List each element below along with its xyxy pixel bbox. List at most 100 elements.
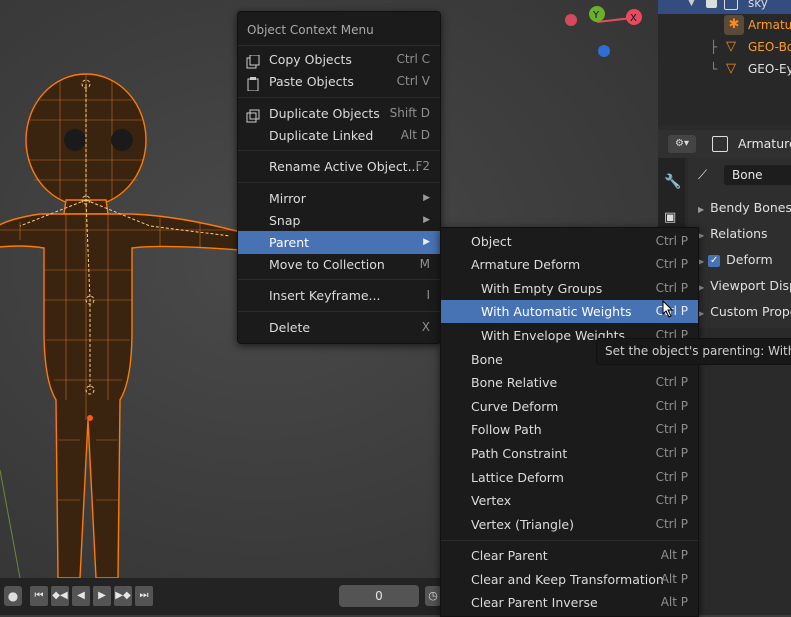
menu-item-rename-active-object[interactable]: Rename Active Object... F2 [238,155,440,178]
outliner-row-geo-body[interactable]: ├ ▽ GEO-Bo [658,36,791,58]
menu-item-shortcut: F2 [415,159,430,173]
menu-item-shortcut: Ctrl P [655,517,688,531]
properties-title: Armature [738,136,791,151]
menu-item-label: Armature Deform [471,257,581,272]
menu-item-snap[interactable]: Snap ▶ [238,209,440,232]
submenu-item-clear-and-keep-transformation[interactable]: Clear and Keep Transformation Alt P [441,568,698,591]
submenu-item-bone-relative[interactable]: Bone Relative Ctrl P [441,371,698,394]
menu-item-label: Path Constraint [471,446,568,461]
outliner-label: GEO-Eye [748,62,791,76]
menu-item-label: Mirror [269,191,306,206]
tree-line: ├ [710,40,718,54]
outliner-row-geo-eyes[interactable]: └ ▽ GEO-Eye [658,58,791,80]
panel-viewport-display[interactable]: ▶ Viewport Disp [698,274,791,298]
submenu-item-with-empty-groups[interactable]: With Empty Groups Ctrl P [441,277,698,300]
menu-item-label: Curve Deform [471,399,559,414]
menu-item-label: Duplicate Linked [269,128,374,143]
panel-label: Custom Prope [710,304,791,319]
jump-start-icon[interactable]: ⏮ [30,586,48,606]
menu-item-shortcut: Ctrl P [655,257,688,271]
menu-item-duplicate-objects[interactable]: Duplicate Objects Shift D [238,102,440,125]
bone-name-field[interactable]: Bone [724,165,791,185]
current-frame-field[interactable]: 0 [339,585,419,607]
menu-item-parent[interactable]: Parent ▶ [238,231,440,254]
mesh-icon: ▽ [726,39,736,54]
outliner-row-armature[interactable]: ✱ Armatur [658,14,791,36]
panel-deform[interactable]: ▶ ✓ Deform [698,248,773,272]
menu-item-move-to-collection[interactable]: Move to Collection M [238,253,440,276]
outliner-label: GEO-Bo [748,40,791,54]
next-keyframe-icon[interactable]: ▶◆ [114,586,132,606]
menu-item-duplicate-linked[interactable]: Duplicate Linked Alt D [238,124,440,147]
submenu-item-vertex[interactable]: Vertex Ctrl P [441,489,698,512]
expand-arrow-icon[interactable]: ▼ [688,0,695,14]
menu-item-label: Lattice Deform [471,470,564,485]
tree-line: └ [710,62,718,76]
menu-item-mirror[interactable]: Mirror ▶ [238,187,440,210]
deform-checkbox[interactable]: ✓ [708,254,721,267]
tool-icon[interactable]: 🔧 [664,174,681,190]
menu-item-label: Copy Objects [269,52,352,67]
menu-item-insert-keyframe[interactable]: Insert Keyframe... I [238,284,440,307]
submenu-item-curve-deform[interactable]: Curve Deform Ctrl P [441,395,698,418]
panel-custom-properties[interactable]: ▶ Custom Prope [698,300,791,324]
panel-label: Deform [726,252,773,267]
scene-icon[interactable]: ▣ [664,210,676,225]
submenu-item-follow-path[interactable]: Follow Path Ctrl P [441,418,698,441]
bone-properties: ⟋ Bone ▶ Bendy Bones ▶ Relations ▶ ✓ Deform … [688,158,791,328]
submenu-item-path-constraint[interactable]: Path Constraint Ctrl P [441,442,698,465]
prev-keyframe-icon[interactable]: ◆◀ [51,586,69,606]
menu-item-label: Delete [269,320,311,335]
submenu-item-lattice-deform[interactable]: Lattice Deform Ctrl P [441,466,698,489]
menu-item-shortcut: M [419,257,430,271]
jump-end-icon[interactable]: ⏭ [135,586,153,606]
menu-divider [238,279,440,280]
submenu-item-object[interactable]: Object Ctrl P [441,230,698,253]
submenu-item-vertex-triangle[interactable]: Vertex (Triangle) Ctrl P [441,513,698,536]
copy-icon [246,53,260,69]
menu-item-label: Object [471,234,512,249]
panel-label: Relations [710,226,768,241]
submenu-item-with-automatic-weights[interactable]: With Automatic Weights Ctrl P [441,300,698,323]
outliner-row-sky[interactable]: ▼ sky [658,0,791,14]
menu-item-shortcut: Alt P [660,548,688,562]
menu-item-shortcut: Alt P [660,595,688,609]
menu-item-delete[interactable]: Delete X [238,316,440,339]
submenu-item-clear-parent-inverse[interactable]: Clear Parent Inverse Alt P [441,591,698,614]
panel-relations[interactable]: ▶ Relations [698,222,768,246]
menu-item-shortcut: Alt P [660,572,688,586]
menu-item-label: Parent [269,235,310,250]
svg-text:Y: Y [592,10,600,21]
menu-divider [238,182,440,183]
menu-divider [238,45,440,46]
menu-item-shortcut: Ctrl C [396,52,430,66]
play-reverse-icon[interactable]: ◀ [72,586,90,606]
panel-label: Viewport Disp [710,278,791,293]
submenu-item-clear-parent[interactable]: Clear Parent Alt P [441,544,698,567]
panel-bendy-bones[interactable]: ▶ Bendy Bones [698,196,791,220]
parent-submenu: Object Ctrl P Armature Deform Ctrl P Wit… [440,227,699,617]
record-icon[interactable]: ● [4,586,22,606]
menu-item-shortcut: Ctrl P [655,470,688,484]
menu-item-shortcut: Ctrl P [655,234,688,248]
outliner[interactable]: ▼ sky ✱ Armatur ├ ▽ GEO-Bo └ ▽ GEO-Eye [658,0,791,126]
menu-item-paste-objects[interactable]: Paste Objects Ctrl V [238,70,440,93]
menu-item-label: Clear Parent [471,548,548,563]
editor-type-icon[interactable]: ⚙▾ [668,135,696,153]
submenu-item-armature-deform[interactable]: Armature Deform Ctrl P [441,253,698,276]
menu-item-shortcut: I [426,288,430,302]
checkbox-icon[interactable] [706,0,717,8]
menu-item-copy-objects[interactable]: Copy Objects Ctrl C [238,48,440,71]
menu-item-label: Insert Keyframe... [269,288,381,303]
play-icon[interactable]: ▶ [93,586,111,606]
menu-item-label: Rename Active Object... [269,159,420,174]
svg-text:X: X [630,13,637,24]
menu-item-label: Snap [269,213,301,228]
menu-item-label: Vertex [471,493,512,508]
menu-item-label: Clear Parent Inverse [471,595,598,610]
menu-item-label: Follow Path [471,422,542,437]
clock-icon[interactable]: ◷ [425,586,441,606]
menu-item-label: Move to Collection [269,257,385,272]
left-eye [64,129,86,151]
menu-item-shortcut: Alt D [400,128,430,142]
